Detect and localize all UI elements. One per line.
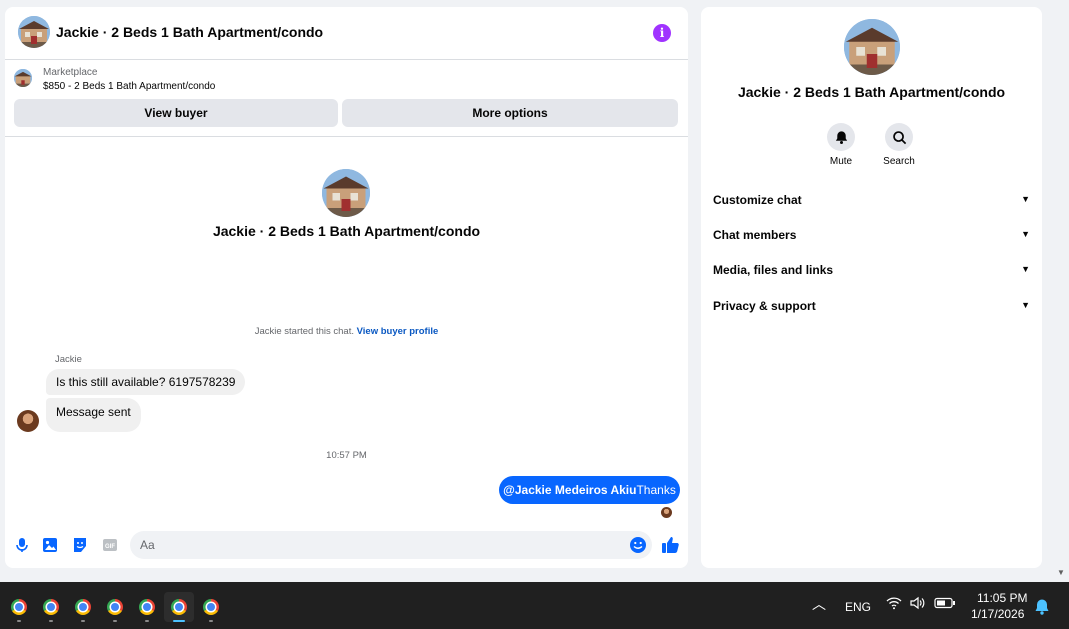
marketplace-label: Marketplace [43, 67, 98, 78]
clock-time[interactable]: 11:05 PM [977, 591, 1027, 605]
taskbar-app-chrome[interactable] [132, 592, 162, 622]
sender-name: Jackie [55, 354, 82, 365]
message-input[interactable]: Aa [130, 531, 652, 559]
info-name: Jackie · 2 Beds 1 Bath Apartment/condo [737, 84, 1006, 100]
running-indicator [145, 620, 149, 622]
view-buyer-button[interactable]: View buyer [14, 99, 338, 127]
message-bubble-incoming[interactable]: Is this still available? 6197578239 [46, 369, 246, 395]
info-panel: Jackie · 2 Beds 1 Bath Apartment/condo M… [701, 7, 1042, 568]
mention[interactable]: @Jackie Medeiros Akiu [503, 483, 636, 497]
chrome-icon [107, 599, 123, 615]
chrome-icon [203, 599, 219, 615]
mute-label: Mute [829, 156, 853, 167]
chat-panel: Jackie · 2 Beds 1 Bath Apartment/condo i… [5, 7, 688, 568]
taskbar-app-chrome[interactable] [68, 592, 98, 622]
listing-thumbnail[interactable] [14, 69, 32, 87]
running-indicator [209, 620, 213, 622]
chat-started-notice: Jackie started this chat. View buyer pro… [5, 326, 688, 337]
chat-members-section[interactable]: Chat members ▼ [713, 228, 1030, 248]
chrome-icon [139, 599, 155, 615]
running-indicator [113, 620, 117, 622]
clock-date[interactable]: 1/17/2026 [971, 607, 1024, 621]
customize-chat-section[interactable]: Customize chat ▼ [713, 193, 1030, 213]
battery-icon[interactable] [934, 596, 956, 615]
conversation-title[interactable]: Jackie · 2 Beds 1 Bath Apartment/condo [56, 24, 323, 40]
chevron-down-icon: ▼ [1021, 194, 1030, 204]
photo-icon[interactable] [41, 536, 59, 554]
marketplace-bar: Marketplace $850 - 2 Beds 1 Bath Apartme… [5, 60, 688, 137]
thumbs-up-icon[interactable] [661, 535, 680, 554]
section-label: Chat members [713, 228, 797, 242]
chevron-down-icon: ▼ [1021, 300, 1030, 310]
profile-name: Jackie · 2 Beds 1 Bath Apartment/condo [212, 223, 481, 239]
running-indicator [173, 620, 185, 622]
chrome-icon [75, 599, 91, 615]
taskbar-app-chrome[interactable] [4, 592, 34, 622]
chrome-icon [171, 599, 187, 615]
message-bubble-outgoing[interactable]: @Jackie Medeiros AkiuThanks [499, 476, 680, 504]
sticker-icon[interactable] [71, 536, 89, 554]
media-files-links-section[interactable]: Media, files and links ▼ [713, 263, 1030, 283]
running-indicator [49, 620, 53, 622]
section-label: Media, files and links [713, 263, 834, 277]
chat-header: Jackie · 2 Beds 1 Bath Apartment/condo i [5, 7, 688, 60]
emoji-icon[interactable] [629, 536, 647, 554]
taskbar: ︿ ENG 11:05 PM 1/17/2026 [0, 582, 1069, 629]
wifi-icon[interactable] [886, 596, 902, 615]
svg-text:GIF: GIF [105, 544, 115, 550]
chrome-icon [43, 599, 59, 615]
privacy-support-section[interactable]: Privacy & support ▼ [713, 299, 1030, 319]
section-label: Customize chat [713, 193, 802, 207]
outgoing-text: Thanks [636, 483, 676, 497]
chevron-down-icon: ▼ [1021, 264, 1030, 274]
view-buyer-profile-link[interactable]: View buyer profile [357, 326, 439, 337]
chevron-down-icon: ▼ [1021, 229, 1030, 239]
scroll-down-arrow-icon[interactable]: ▼ [1057, 568, 1065, 577]
more-options-button[interactable]: More options [342, 99, 678, 127]
language-indicator[interactable]: ENG [845, 600, 871, 614]
bell-icon [827, 123, 855, 151]
volume-icon[interactable] [909, 596, 926, 615]
notification-bell-icon[interactable] [1034, 598, 1050, 621]
microphone-icon[interactable] [13, 536, 31, 554]
mute-button[interactable]: Mute [811, 123, 871, 167]
taskbar-app-chrome[interactable] [196, 592, 226, 622]
message-timestamp: 10:57 PM [326, 450, 367, 461]
search-icon [885, 123, 913, 151]
profile-avatar[interactable] [322, 169, 370, 217]
taskbar-app-chrome[interactable] [36, 592, 66, 622]
search-button[interactable]: Search [869, 123, 929, 167]
taskbar-app-chrome-active[interactable] [164, 592, 194, 622]
sender-avatar[interactable] [17, 410, 39, 432]
seen-indicator-avatar [661, 507, 672, 518]
section-label: Privacy & support [713, 299, 816, 313]
show-hidden-icons-chevron-up-icon[interactable]: ︿ [812, 594, 826, 614]
gif-icon[interactable]: GIF [101, 536, 119, 554]
running-indicator [17, 620, 21, 622]
started-text: Jackie started this chat. [254, 326, 354, 337]
taskbar-app-chrome[interactable] [100, 592, 130, 622]
info-icon[interactable]: i [653, 24, 671, 42]
conversation-avatar[interactable] [18, 16, 50, 48]
search-label: Search [883, 156, 915, 167]
message-bubble-incoming[interactable]: Message sent [46, 398, 141, 432]
chrome-icon [11, 599, 27, 615]
running-indicator [81, 620, 85, 622]
listing-title[interactable]: $850 - 2 Beds 1 Bath Apartment/condo [43, 81, 215, 92]
info-avatar[interactable] [844, 19, 900, 75]
